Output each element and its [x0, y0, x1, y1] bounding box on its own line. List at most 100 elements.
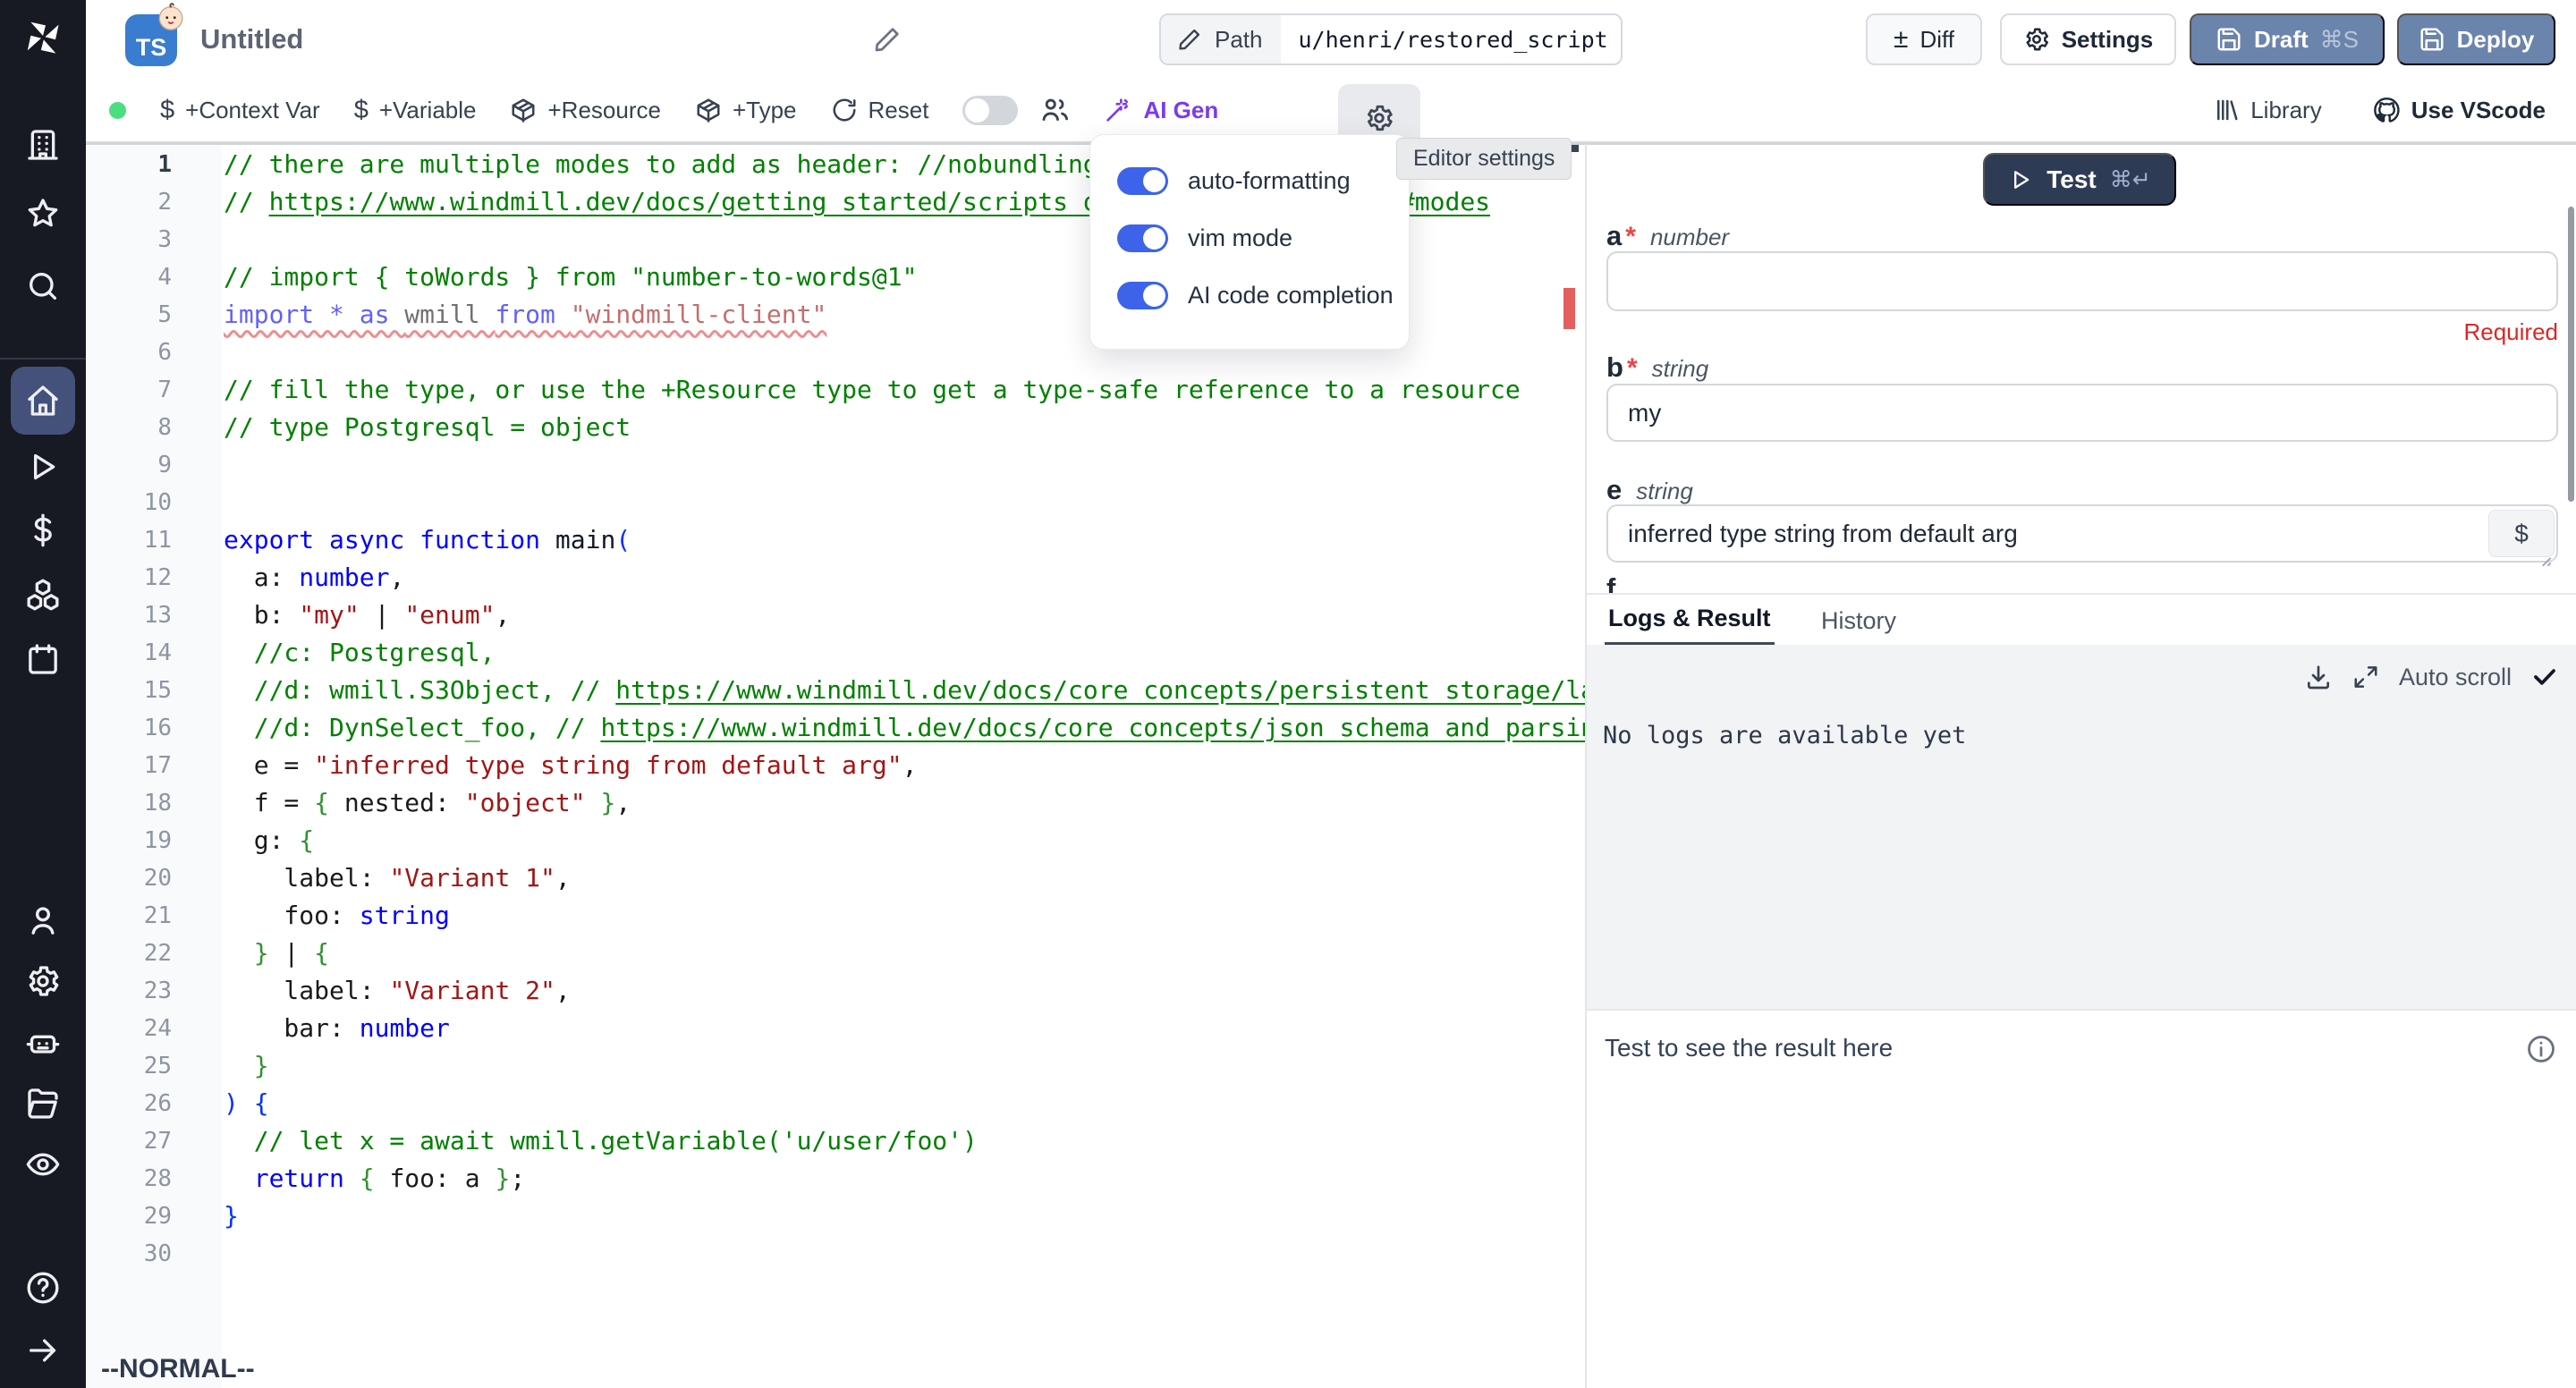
- left-sidebar: [0, 0, 86, 1388]
- line-number: 1: [86, 146, 222, 183]
- add-context-var-button[interactable]: $ +Context Var: [160, 96, 320, 125]
- field-label-f-partial: f: [1606, 572, 1615, 593]
- editor-settings-tooltip: Editor settings: [1396, 138, 1572, 180]
- check-icon[interactable]: [2531, 664, 2558, 690]
- toggle-vim-mode[interactable]: [1117, 224, 1168, 252]
- info-icon[interactable]: [2526, 1034, 2556, 1064]
- toggle-auto-formatting[interactable]: [1117, 167, 1168, 195]
- menu-item-auto-formatting[interactable]: auto-formatting: [1117, 167, 1382, 195]
- code-line: [224, 484, 1585, 521]
- package-icon: [510, 97, 537, 123]
- required-error: Required: [2463, 318, 2558, 346]
- tab-logs-result[interactable]: Logs & Result: [1605, 595, 1775, 647]
- edit-title-pencil-icon[interactable]: [873, 25, 902, 54]
- ai-gen-button[interactable]: AI Gen: [1104, 96, 1218, 124]
- field-input-b[interactable]: [1606, 384, 2558, 442]
- bot-icon[interactable]: [25, 1025, 61, 1061]
- ai-gen-label: AI Gen: [1143, 97, 1218, 124]
- code-line: ) {: [224, 1085, 1585, 1122]
- use-vscode-button[interactable]: Use VScode: [2372, 96, 2546, 124]
- eye-icon[interactable]: [25, 1147, 61, 1182]
- user-icon[interactable]: [25, 902, 61, 938]
- overview-ruler-error-marker: [1563, 288, 1575, 329]
- draft-button-label: Draft: [2254, 26, 2309, 54]
- expand-icon[interactable]: [2352, 664, 2379, 690]
- building-icon[interactable]: [25, 127, 61, 163]
- tab-history[interactable]: History: [1821, 595, 1896, 647]
- folder-icon[interactable]: [25, 1086, 61, 1121]
- people-icon: [1039, 95, 1070, 125]
- deploy-button[interactable]: Deploy: [2397, 13, 2555, 65]
- resize-handle-icon[interactable]: [2537, 552, 2553, 568]
- multiplayer-toggle[interactable]: [962, 96, 1018, 125]
- add-type-button[interactable]: +Type: [695, 97, 797, 124]
- refresh-icon: [831, 97, 858, 123]
- test-shortcut: ⌘↵: [2110, 166, 2151, 193]
- save-icon: [2216, 26, 2242, 53]
- field-input-a[interactable]: [1606, 251, 2558, 311]
- panel-scrollbar[interactable]: [2568, 207, 2574, 502]
- draft-button[interactable]: Draft ⌘S: [2190, 13, 2385, 65]
- play-icon: [2008, 167, 2033, 192]
- menu-item-vim-mode[interactable]: vim mode: [1117, 224, 1382, 252]
- reset-label: Reset: [869, 97, 929, 124]
- line-number: 3: [86, 221, 222, 258]
- path-value: u/henri/restored_script: [1281, 15, 1623, 63]
- line-number: 10: [86, 484, 222, 521]
- boxes-icon[interactable]: [25, 577, 61, 613]
- line-number: 16: [86, 709, 222, 747]
- line-number: 12: [86, 559, 222, 597]
- add-variable-label: +Variable: [379, 97, 477, 124]
- arrow-right-icon[interactable]: [25, 1333, 61, 1368]
- line-number: 9: [86, 446, 222, 484]
- field-label-b: b* string: [1606, 351, 1708, 384]
- star-icon[interactable]: [25, 196, 61, 232]
- download-icon[interactable]: [2304, 663, 2333, 691]
- play-icon[interactable]: [25, 449, 61, 485]
- status-dot: [109, 102, 126, 119]
- line-number: 21: [86, 897, 222, 935]
- add-resource-button[interactable]: +Resource: [510, 97, 660, 124]
- line-number: 27: [86, 1122, 222, 1160]
- line-number: 23: [86, 972, 222, 1010]
- code-line: bar: number: [224, 1010, 1585, 1047]
- path-field[interactable]: Path u/henri/restored_script: [1159, 13, 1623, 65]
- code-line: }: [224, 1047, 1585, 1085]
- calendar-icon[interactable]: [25, 641, 61, 677]
- insert-variable-button[interactable]: $: [2488, 510, 2555, 557]
- windmill-script-editor: TS Untitled Path u/henri/restored_script…: [0, 0, 2576, 1388]
- save-icon: [2419, 26, 2445, 53]
- reset-button[interactable]: Reset: [831, 97, 929, 124]
- code-line: label: "Variant 1",: [224, 859, 1585, 897]
- field-input-e[interactable]: [1606, 504, 2558, 563]
- diff-icon: ±: [1894, 26, 1908, 53]
- dollar-icon[interactable]: [25, 512, 61, 548]
- test-panel: Test ⌘↵ a* number Required b* string e s…: [1585, 143, 2576, 1388]
- gear-icon[interactable]: [25, 963, 61, 999]
- line-number: 18: [86, 784, 222, 822]
- search-icon[interactable]: [25, 268, 61, 304]
- line-number: 30: [86, 1235, 222, 1273]
- field-label-a: a* number: [1606, 220, 1729, 252]
- code-line: // fill the type, or use the +Resource t…: [224, 371, 1585, 409]
- code-line: } | {: [224, 935, 1585, 972]
- code-line: // let x = await wmill.getVariable('u/us…: [224, 1122, 1585, 1160]
- help-icon[interactable]: [25, 1270, 61, 1306]
- add-variable-button[interactable]: $ +Variable: [354, 96, 477, 125]
- logs-controls: Auto scroll: [2304, 663, 2558, 691]
- windmill-logo[interactable]: [21, 16, 64, 59]
- diff-button[interactable]: ± Diff: [1866, 13, 1982, 65]
- line-number-gutter: 1234567891011121314151617181920212223242…: [86, 146, 222, 1388]
- code-line: b: "my" | "enum",: [224, 597, 1585, 634]
- test-button[interactable]: Test ⌘↵: [1983, 153, 2176, 206]
- library-button[interactable]: Library: [2213, 97, 2321, 124]
- line-number: 11: [86, 521, 222, 559]
- line-number: 5: [86, 296, 222, 334]
- menu-item-ai-code-completion[interactable]: AI code completion: [1117, 282, 1382, 309]
- line-number: 29: [86, 1198, 222, 1235]
- home-icon[interactable]: [25, 383, 61, 419]
- logs-tabs: Logs & Result History: [1587, 593, 2576, 645]
- settings-button[interactable]: Settings: [2000, 13, 2176, 65]
- toggle-ai-code-completion[interactable]: [1117, 282, 1168, 309]
- use-vscode-label: Use VScode: [2411, 97, 2546, 124]
